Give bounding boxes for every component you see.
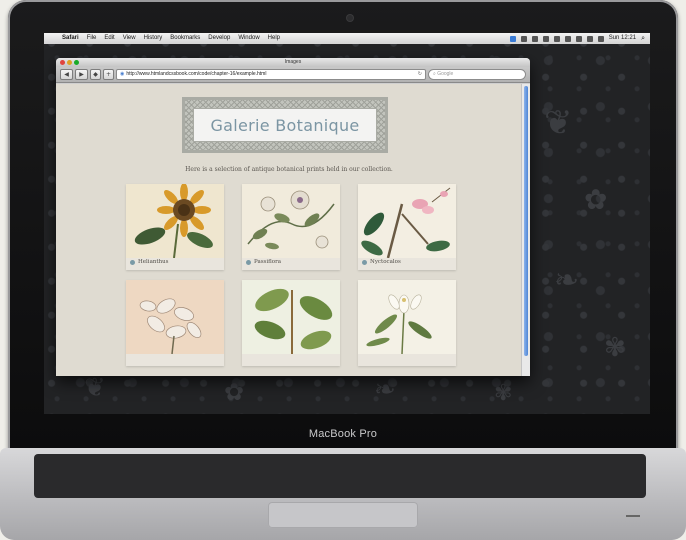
battery-icon[interactable] <box>586 35 593 42</box>
menu-window[interactable]: Window <box>234 33 263 44</box>
gallery-item[interactable]: Nyctocalos <box>358 184 456 270</box>
wallpaper-motif: ❦ <box>544 103 573 143</box>
wallpaper-motif: ✿ <box>224 378 245 406</box>
trackpad <box>268 502 418 528</box>
time-machine-icon[interactable] <box>553 35 560 42</box>
menu-help[interactable]: Help <box>264 33 284 44</box>
sunflower-print-image[interactable] <box>126 184 224 258</box>
menu-file[interactable]: File <box>83 33 101 44</box>
reload-icon[interactable]: ↻ <box>418 70 422 79</box>
caption-text: Helianthus <box>138 259 169 265</box>
gallery-caption: Nyctocalos <box>362 259 401 265</box>
wallpaper-motif: ❧ <box>374 375 396 405</box>
laptop-lid: ❦ ✿ ❧ ✾ ❦ ✿ ❧ ✾ Safari File Edit View Hi… <box>8 0 678 452</box>
menu-bookmarks[interactable]: Bookmarks <box>166 33 204 44</box>
vertical-scrollbar[interactable] <box>521 84 530 376</box>
sleep-indicator-light <box>626 515 640 517</box>
wallpaper-motif: ✿ <box>584 183 608 216</box>
menu-view[interactable]: View <box>119 33 140 44</box>
window-titlebar[interactable]: Images <box>56 58 530 67</box>
status-area: Sun 12:21 ⌕ <box>509 33 650 44</box>
scrollbar-thumb[interactable] <box>524 86 528 356</box>
display-icon[interactable] <box>542 35 549 42</box>
window-title: Images <box>284 59 302 65</box>
gallery-item[interactable] <box>126 280 224 366</box>
screen: ❦ ✿ ❧ ✾ ❦ ✿ ❧ ✾ Safari File Edit View Hi… <box>44 33 650 414</box>
bullet-dot-icon <box>362 259 367 265</box>
add-bookmark-button[interactable]: + <box>103 69 114 80</box>
browser-toolbar: ◀ ▶ ◆ + ◉ http://www.htmlandcssbook.com/… <box>56 67 530 83</box>
search-icon: ⌕ <box>433 71 436 77</box>
page-viewport: Galerie Botanique Here is a selection of… <box>56 84 530 376</box>
laptop-brand-label: MacBook Pro <box>308 428 378 440</box>
wallpaper-motif: ❧ <box>554 263 580 298</box>
title-frame: Galerie Botanique <box>182 97 388 153</box>
passiflora-print-image[interactable] <box>242 184 340 258</box>
intro-text: Here is a selection of antique botanical… <box>185 166 393 173</box>
gallery-caption: Helianthus <box>130 259 169 265</box>
wifi-icon[interactable] <box>575 35 582 42</box>
globe-icon: ◉ <box>120 71 125 77</box>
nyctocalos-print-image[interactable] <box>358 184 456 258</box>
spotlight-icon[interactable]: ⌕ <box>641 33 645 44</box>
caption-text: Passiflora <box>254 259 282 265</box>
safari-window: Images ◀ ▶ ◆ + ◉ http://www.htmlandcssbo… <box>56 58 530 376</box>
share-button[interactable]: ◆ <box>90 69 101 80</box>
volume-icon[interactable] <box>597 35 604 42</box>
bluetooth-icon[interactable] <box>564 35 571 42</box>
gallery-item[interactable]: Helianthus <box>126 184 224 270</box>
wallpaper-motif: ✾ <box>494 381 513 406</box>
menu-history[interactable]: History <box>140 33 167 44</box>
menu-develop[interactable]: Develop <box>204 33 234 44</box>
forward-button[interactable]: ▶ <box>75 69 88 80</box>
keyboard <box>34 454 646 498</box>
white-flower-print-image[interactable] <box>126 280 224 354</box>
wallpaper-motif: ❦ <box>84 373 106 403</box>
search-placeholder: Google <box>437 71 454 77</box>
gallery-item[interactable] <box>242 280 340 366</box>
search-field[interactable]: ⌕ Google <box>428 69 526 80</box>
wallpaper-motif: ✾ <box>604 333 626 363</box>
address-bar[interactable]: ◉ http://www.htmlandcssbook.com/code/cha… <box>116 69 426 80</box>
close-window-icon[interactable] <box>60 60 65 65</box>
caption-text: Nyctocalos <box>370 259 401 265</box>
camera <box>347 15 353 21</box>
zoom-window-icon[interactable] <box>74 60 79 65</box>
gallery-caption: Passiflora <box>246 259 281 265</box>
gallery-item[interactable]: Passiflora <box>242 184 340 270</box>
green-leaves-print-image[interactable] <box>242 280 340 354</box>
title-panel: Galerie Botanique <box>193 108 377 142</box>
back-button[interactable]: ◀ <box>60 69 73 80</box>
menu-app-safari[interactable]: Safari <box>58 33 83 44</box>
skype-icon[interactable] <box>509 35 516 42</box>
menu-bar: Safari File Edit View History Bookmarks … <box>44 33 650 44</box>
window-controls <box>60 60 79 65</box>
bullet-dot-icon <box>130 259 135 265</box>
bullet-dot-icon <box>246 259 251 265</box>
minimize-window-icon[interactable] <box>67 60 72 65</box>
white-lily-print-image[interactable] <box>358 280 456 354</box>
menu-clock[interactable]: Sun 12:21 <box>609 33 636 44</box>
page-title: Galerie Botanique <box>210 115 360 135</box>
menu-edit[interactable]: Edit <box>100 33 118 44</box>
url-text: http://www.htmlandcssbook.com/code/chapt… <box>126 71 267 77</box>
evernote-icon[interactable] <box>520 35 527 42</box>
gallery-item[interactable] <box>358 280 456 366</box>
dropbox-icon[interactable] <box>531 35 538 42</box>
